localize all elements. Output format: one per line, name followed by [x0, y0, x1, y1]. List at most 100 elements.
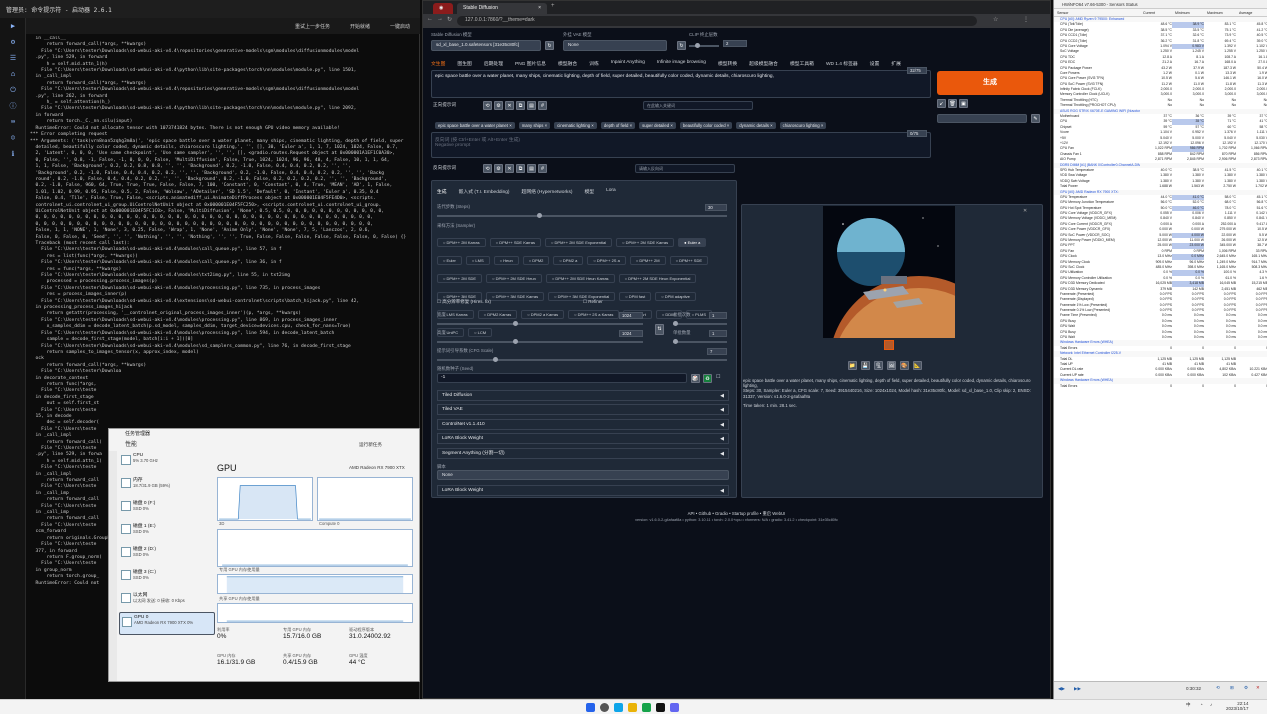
- rail-icon-1[interactable]: ⚙: [0, 34, 26, 50]
- forward-icon[interactable]: →: [437, 16, 443, 22]
- send-img2img-icon[interactable]: 🖼: [887, 361, 896, 370]
- apply-style-icon[interactable]: ↙: [937, 99, 946, 108]
- chip-close-icon[interactable]: ×: [628, 123, 633, 128]
- tab-8[interactable]: 模型转换: [718, 60, 737, 67]
- prompt-chip[interactable]: cinematic lighting ×: [554, 122, 597, 129]
- width-slider[interactable]: [437, 321, 643, 326]
- sampler-option[interactable]: ○ DPM++ 2M SDE Heun Exponential: [618, 274, 697, 283]
- reuse-seed-icon[interactable]: ♻: [703, 374, 712, 383]
- sampler-option[interactable]: ○ DPM++ SDE Karras: [489, 238, 541, 247]
- batch-size-slider[interactable]: [673, 339, 727, 344]
- prompt-chip[interactable]: dynamic details ×: [736, 122, 776, 129]
- prompt-chip[interactable]: beautifully color coded ×: [679, 122, 733, 129]
- sampler-option[interactable]: ○ DPM++ 2M: [629, 256, 666, 265]
- clear-icon[interactable]: ✕: [505, 101, 514, 110]
- sampler-option[interactable]: ○ LMS: [465, 256, 490, 265]
- generated-image[interactable]: [823, 206, 955, 338]
- swap-dimensions-icon[interactable]: ⇅: [655, 324, 664, 335]
- reload-icon[interactable]: ↻: [447, 16, 452, 23]
- search-icon[interactable]: [600, 703, 609, 712]
- clock[interactable]: 22:14 2023/10/17: [1226, 701, 1249, 711]
- image-thumbnail[interactable]: [884, 340, 894, 350]
- column-header[interactable]: Average: [1236, 9, 1267, 16]
- tab-7[interactable]: Infinite image browsing: [657, 60, 706, 67]
- tag-icon[interactable]: #: [538, 101, 547, 110]
- seed-input[interactable]: -1: [437, 373, 687, 383]
- trash-icon[interactable]: 🗑: [948, 99, 957, 108]
- accordion-item[interactable]: Tiled Diffusion ◀: [437, 390, 729, 401]
- clip-skip-slider[interactable]: [689, 43, 719, 48]
- width-input[interactable]: 1024: [619, 312, 643, 319]
- rail-icon-7[interactable]: ☺: [0, 130, 26, 146]
- send-inpaint-icon[interactable]: 🎨: [900, 361, 909, 370]
- resource-item[interactable]: 以太网 以太网 发送: 0 接收: 0 Kbps: [119, 589, 215, 612]
- history-icon[interactable]: ⟲: [483, 101, 492, 110]
- subtab-3[interactable]: 模型: [584, 188, 594, 195]
- ready-button[interactable]: 开始就绪: [350, 23, 370, 30]
- generate-button[interactable]: 生成: [937, 71, 1043, 95]
- rail-icon-8[interactable]: ℹ: [0, 146, 26, 162]
- resource-item[interactable]: 磁盘 1 (E:) SSD 0%: [119, 520, 215, 543]
- run-task-button[interactable]: 运行新任务: [359, 439, 382, 451]
- rail-icon-3[interactable]: ⌂: [0, 66, 26, 82]
- subtab-1[interactable]: 嵌入式 (T.I. Embedding): [459, 188, 510, 195]
- tab-3[interactable]: PNG 图片信息: [515, 60, 546, 67]
- chrome-icon[interactable]: [642, 703, 651, 712]
- neg-settings-icon[interactable]: ⚙: [494, 164, 503, 173]
- tab-2[interactable]: 后期处理: [484, 60, 503, 67]
- save-icon[interactable]: 💾: [861, 361, 870, 370]
- sampler-option[interactable]: ○ DPM2 Karras: [477, 310, 518, 319]
- export-icon[interactable]: ⊞: [1230, 685, 1234, 691]
- resource-item[interactable]: 内存 18.7/31.9 GB (59%): [119, 474, 215, 497]
- hwinfo-close-icon[interactable]: ✕: [1256, 685, 1260, 691]
- chip-close-icon[interactable]: ×: [726, 123, 730, 128]
- translate-input[interactable]: 在此输入关键词: [643, 101, 753, 110]
- tab-1[interactable]: 图生图: [457, 60, 471, 67]
- taskmanager-nav-rail[interactable]: [109, 451, 117, 681]
- extra-seed-checkbox[interactable]: ☐: [716, 374, 720, 380]
- sampler-option[interactable]: ○ DPM fast: [619, 292, 652, 301]
- close-image-icon[interactable]: ✕: [1023, 208, 1027, 214]
- terminal-titlebar[interactable]: 管理员: 命令提示符 - 启动器 2.6.1: [0, 0, 420, 18]
- sampler-option[interactable]: ○ DPM2: [522, 256, 550, 265]
- prompt-textarea[interactable]: epic space battle over a water planet, m…: [431, 70, 931, 98]
- neg-tag-icon[interactable]: #: [538, 164, 547, 173]
- cfg-input[interactable]: 7: [707, 348, 727, 355]
- open-folder-icon[interactable]: 📁: [848, 361, 857, 370]
- sampler-option[interactable]: ○ DPM++ 2M SDE Exponential: [544, 238, 613, 247]
- prompt-chip[interactable]: super detailed ×: [639, 122, 676, 129]
- sampler-option[interactable]: ○ Heun: [493, 256, 519, 265]
- nav-left-icon[interactable]: ◀▶: [1058, 686, 1065, 692]
- resource-item[interactable]: GPU 0 AMD Radeon RX 7900 XTX 0%: [119, 612, 215, 635]
- hwinfo-settings-icon[interactable]: ⚙: [1244, 685, 1248, 691]
- zip-icon[interactable]: 🗜: [874, 361, 883, 370]
- launch-button[interactable]: 一键启动: [390, 23, 410, 30]
- nav-right-icon[interactable]: ▶▶: [1074, 686, 1081, 692]
- chip-close-icon[interactable]: ×: [508, 123, 512, 128]
- explorer-icon[interactable]: [628, 703, 637, 712]
- column-header[interactable]: Minimum: [1172, 9, 1204, 16]
- rail-icon-6[interactable]: ⌨: [0, 114, 26, 130]
- copy-icon[interactable]: ⧉: [516, 101, 525, 110]
- settings-icon[interactable]: ⚙: [494, 101, 503, 110]
- sampler-option[interactable]: ○ DPM++ 2M SDE Heun: [486, 274, 542, 283]
- footer-links[interactable]: API • Github • Gradio • Startup profile …: [423, 511, 1050, 517]
- save-style-icon[interactable]: ▣: [959, 99, 968, 108]
- refresh-vae-icon[interactable]: ↻: [677, 41, 686, 50]
- steps-slider[interactable]: [437, 213, 727, 218]
- prompt-chip[interactable]: many ships ×: [518, 122, 551, 129]
- sampler-option[interactable]: ○ DPM adaptive: [655, 292, 696, 301]
- rail-icon-5[interactable]: ⓘ: [0, 98, 26, 114]
- taskmanager-icon[interactable]: [670, 703, 679, 712]
- neg-clear-icon[interactable]: ✕: [505, 164, 514, 173]
- pinned-tab[interactable]: ◉: [433, 3, 453, 14]
- subtab-0[interactable]: 生成: [437, 188, 447, 195]
- subtab-4[interactable]: Lora: [606, 188, 616, 195]
- taskmanager-title[interactable]: 任务管理器: [109, 429, 419, 439]
- resource-item[interactable]: 磁盘 3 (C:) SSD 0%: [119, 566, 215, 589]
- batch-count-slider[interactable]: [673, 321, 727, 326]
- reset-icon[interactable]: ⟲: [1216, 685, 1220, 691]
- height-input[interactable]: 1024: [619, 330, 643, 337]
- refiner-checkbox[interactable]: ☐ Refiner: [583, 299, 603, 305]
- sampler-option[interactable]: ○ DPM2 a Karras: [521, 310, 565, 319]
